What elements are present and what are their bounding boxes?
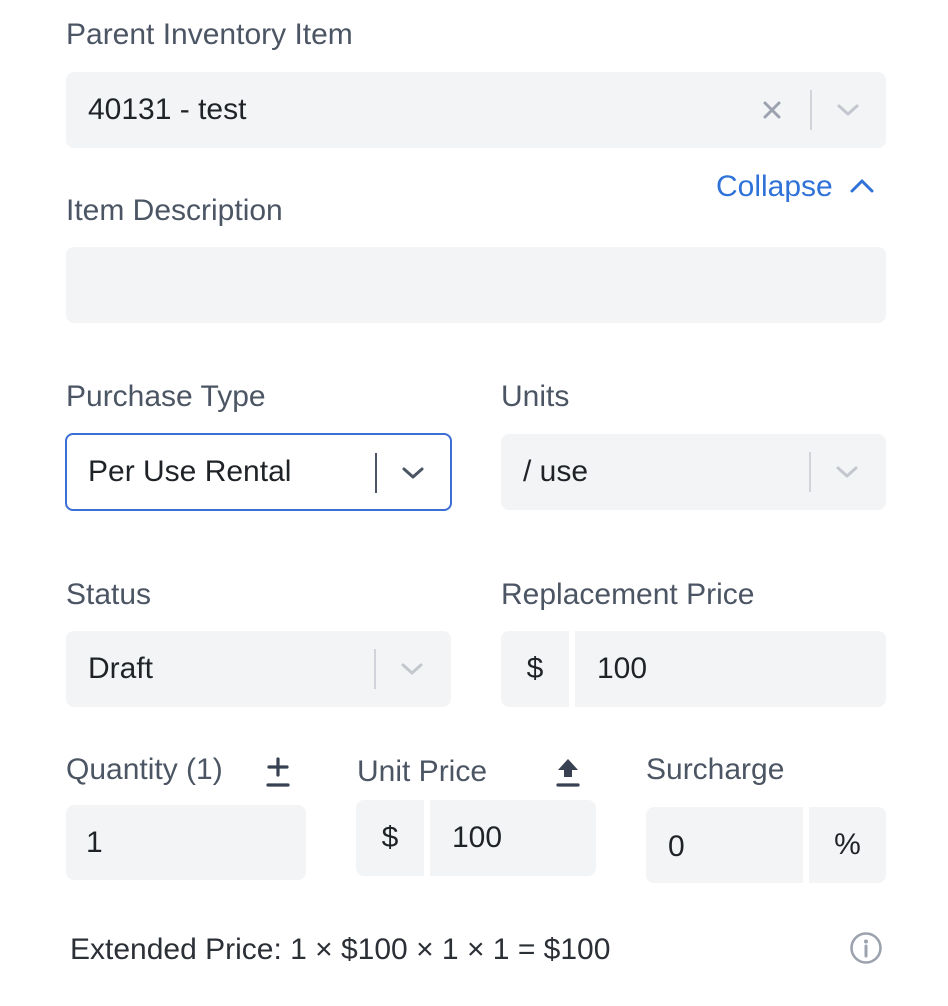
quantity-value: 1 <box>86 826 103 859</box>
select-divider <box>375 453 377 493</box>
item-description-label: Item Description <box>66 194 283 227</box>
chevron-down-icon[interactable] <box>830 94 866 126</box>
close-icon[interactable] <box>756 94 788 126</box>
item-description-input[interactable] <box>66 247 886 323</box>
surcharge-input[interactable]: 0 <box>646 807 803 883</box>
unit-price-input[interactable]: 100 <box>430 800 596 876</box>
upload-arrow-icon[interactable] <box>552 754 584 790</box>
chevron-down-icon[interactable] <box>395 457 431 489</box>
select-divider <box>809 452 811 492</box>
purchase-type-select[interactable]: Per Use Rental <box>65 433 452 511</box>
parent-item-label: Parent Inventory Item <box>66 18 353 51</box>
quantity-input[interactable]: 1 <box>66 805 306 880</box>
chevron-down-icon[interactable] <box>829 456 865 488</box>
surcharge-percent: % <box>809 807 886 883</box>
unit-price-label: Unit Price <box>357 755 488 788</box>
parent-item-select[interactable]: 40131 - test <box>66 72 886 148</box>
purchase-type-value: Per Use Rental <box>88 455 292 488</box>
replacement-price-currency: $ <box>501 631 569 707</box>
units-label: Units <box>501 380 570 413</box>
plus-minus-icon[interactable] <box>262 754 294 790</box>
status-select[interactable]: Draft <box>66 631 451 707</box>
chevron-down-icon[interactable] <box>394 653 430 685</box>
units-select[interactable]: / use <box>501 434 886 510</box>
status-value: Draft <box>88 652 154 685</box>
units-value: / use <box>523 455 589 488</box>
replacement-price-input[interactable]: 100 <box>575 631 886 707</box>
extended-price-text: Extended Price: 1 × $100 × 1 × 1 = $100 <box>70 933 611 966</box>
surcharge-value: 0 <box>668 830 685 863</box>
purchase-type-label: Purchase Type <box>66 380 266 413</box>
parent-item-value: 40131 - test <box>88 93 247 126</box>
select-divider <box>374 649 376 689</box>
replacement-price-label: Replacement Price <box>501 578 755 611</box>
collapse-link[interactable]: Collapse <box>716 169 875 205</box>
unit-price-currency: $ <box>356 800 424 876</box>
chevron-up-icon <box>850 179 874 193</box>
info-icon[interactable] <box>848 930 884 966</box>
status-label: Status <box>66 578 152 611</box>
quantity-label: Quantity (1) <box>66 753 223 786</box>
unit-price-value: 100 <box>452 821 503 854</box>
surcharge-label: Surcharge <box>646 753 785 786</box>
replacement-price-value: 100 <box>597 652 648 685</box>
select-divider <box>810 90 812 130</box>
collapse-label: Collapse <box>716 170 833 203</box>
